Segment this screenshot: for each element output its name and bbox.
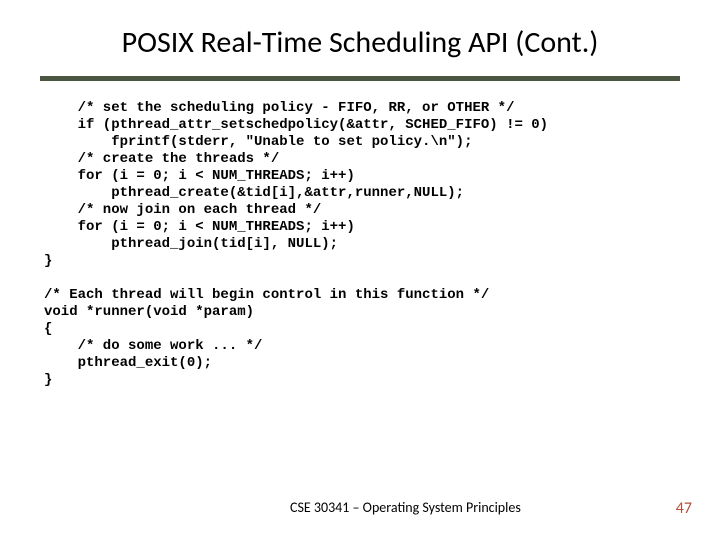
code-line: } [44, 372, 52, 388]
code-line: void *runner(void *param) [44, 304, 254, 320]
code-line: pthread_create(&tid[i],&attr,runner,NULL… [44, 185, 464, 201]
code-line: /* create the threads */ [44, 151, 279, 167]
slide: POSIX Real-Time Scheduling API (Cont.) /… [0, 0, 720, 540]
code-line: for (i = 0; i < NUM_THREADS; i++) [44, 219, 355, 235]
code-block: /* set the scheduling policy - FIFO, RR,… [44, 100, 676, 389]
code-line: fprintf(stderr, "Unable to set policy.\n… [44, 134, 472, 150]
code-line: for (i = 0; i < NUM_THREADS; i++) [44, 168, 355, 184]
code-line: if (pthread_attr_setschedpolicy(&attr, S… [44, 117, 548, 133]
code-line: /* now join on each thread */ [44, 202, 321, 218]
code-line: { [44, 321, 52, 337]
code-line: pthread_join(tid[i], NULL); [44, 236, 338, 252]
footer-text: CSE 30341 – Operating System Principles [290, 499, 521, 516]
code-line: /* set the scheduling policy - FIFO, RR,… [44, 100, 514, 116]
title-divider [40, 76, 680, 81]
code-line: /* Each thread will begin control in thi… [44, 287, 489, 303]
code-line: pthread_exit(0); [44, 355, 212, 371]
page-number: 47 [676, 499, 692, 518]
code-line: } [44, 253, 52, 269]
code-line: /* do some work ... */ [44, 338, 262, 354]
slide-title: POSIX Real-Time Scheduling API (Cont.) [0, 24, 720, 61]
